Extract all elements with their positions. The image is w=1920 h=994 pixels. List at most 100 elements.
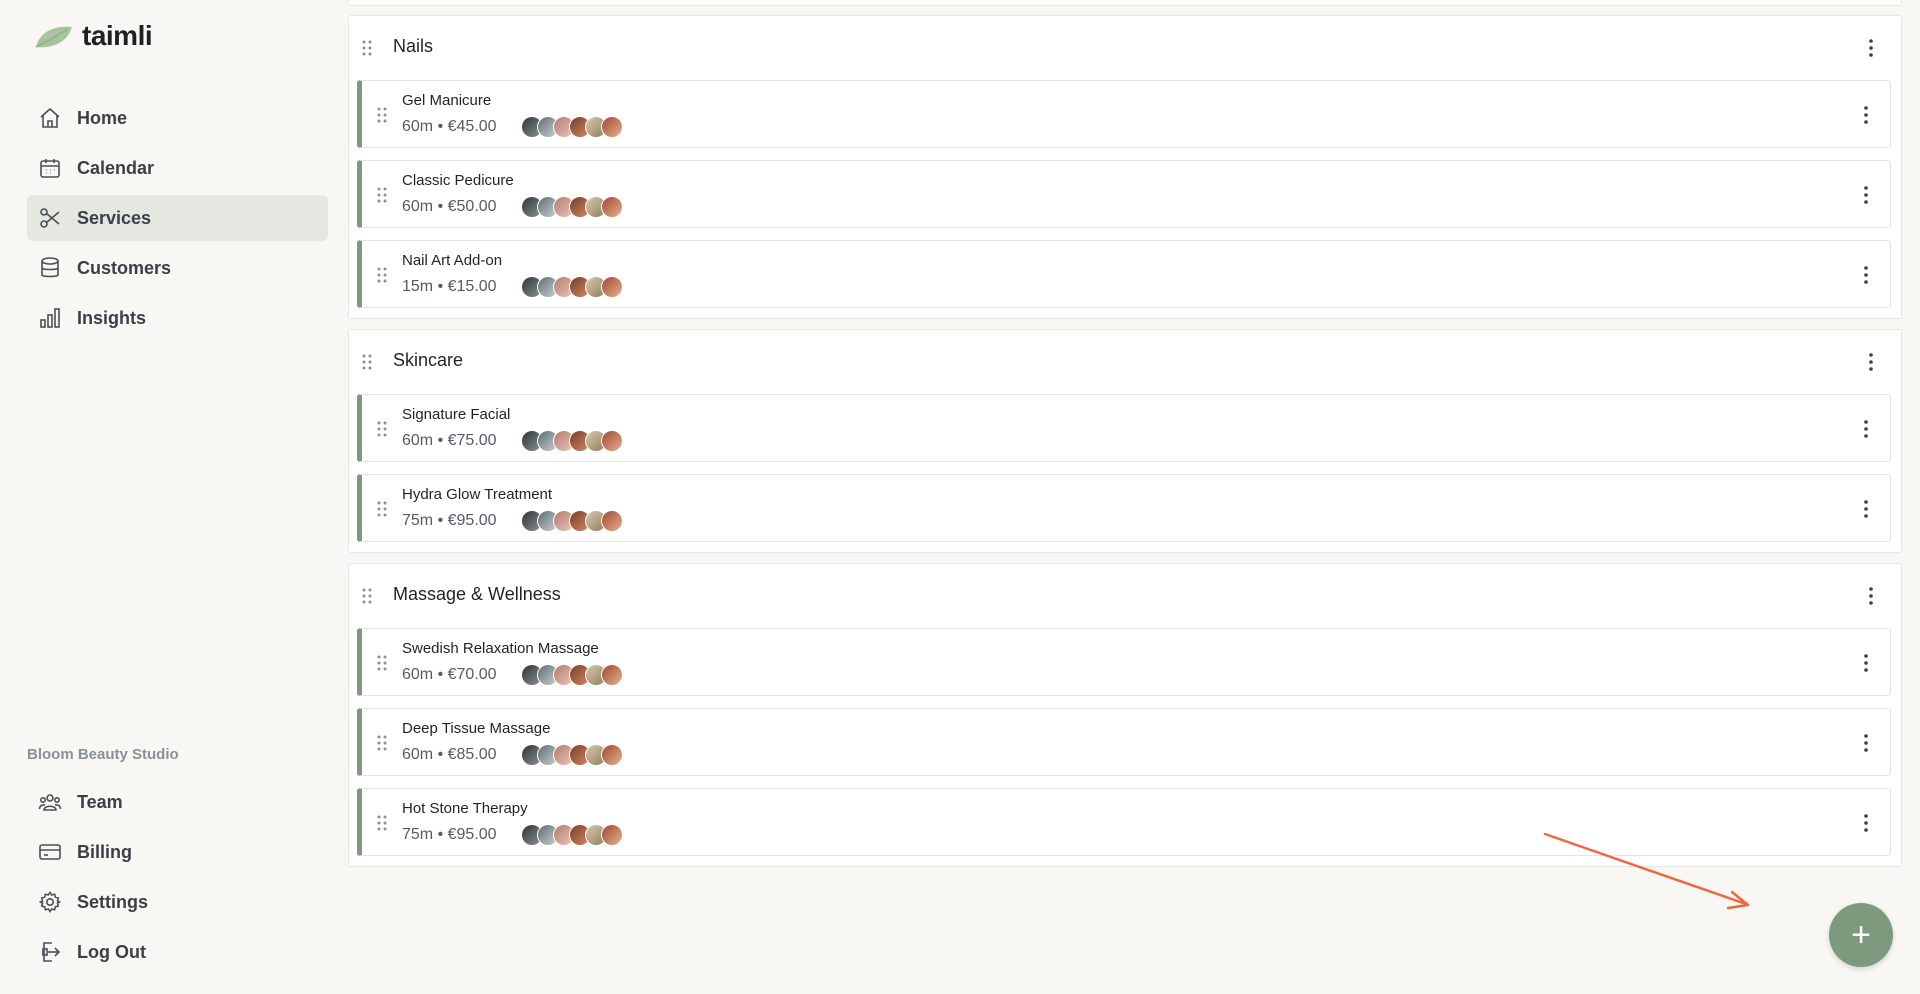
- service-name: Deep Tissue Massage: [402, 720, 551, 737]
- more-vertical-icon[interactable]: [1856, 102, 1876, 128]
- more-vertical-icon[interactable]: [1856, 262, 1876, 288]
- nav-label-billing: Billing: [77, 841, 132, 862]
- group-header: Skincare: [349, 330, 1901, 392]
- service-duration-price: 15m • €15.00: [402, 278, 497, 295]
- group-title: Massage & Wellness: [393, 584, 561, 604]
- service-duration-price: 60m • €50.00: [402, 198, 497, 215]
- service-name: Swedish Relaxation Massage: [402, 640, 599, 657]
- service-row[interactable]: Signature Facial 60m • €75.00: [357, 394, 1891, 462]
- staff-avatars: [521, 824, 623, 846]
- drag-handle-icon[interactable]: [375, 499, 389, 519]
- scissors-icon: [27, 195, 73, 241]
- avatar: [601, 430, 623, 452]
- nav-label-customers: Customers: [77, 257, 172, 278]
- credit-card-icon: [27, 829, 73, 875]
- service-duration-price: 75m • €95.00: [402, 826, 497, 843]
- nav-item-billing[interactable]: Billing: [27, 829, 328, 875]
- previous-group-card: [348, 0, 1902, 6]
- drag-handle-icon[interactable]: [360, 352, 374, 372]
- more-vertical-icon[interactable]: [1861, 349, 1881, 375]
- avatar: [601, 196, 623, 218]
- more-vertical-icon[interactable]: [1856, 496, 1876, 522]
- logo[interactable]: taimli: [34, 20, 153, 52]
- more-vertical-icon[interactable]: [1856, 650, 1876, 676]
- staff-avatars: [521, 430, 623, 452]
- drag-handle-icon[interactable]: [360, 586, 374, 606]
- service-name: Gel Manicure: [402, 92, 492, 109]
- avatar: [601, 116, 623, 138]
- gear-icon: [27, 879, 73, 925]
- drag-handle-icon[interactable]: [375, 185, 389, 205]
- staff-avatars: [521, 116, 623, 138]
- sidebar: taimli Home Calendar Services Customers …: [0, 0, 338, 994]
- leaf-logo-icon: [35, 26, 72, 48]
- nav-item-settings[interactable]: Settings: [27, 879, 328, 925]
- drag-handle-icon[interactable]: [375, 105, 389, 125]
- drag-handle-icon[interactable]: [360, 38, 374, 58]
- more-vertical-icon[interactable]: [1856, 182, 1876, 208]
- service-duration-price: 60m • €85.00: [402, 746, 497, 763]
- nav-item-customers[interactable]: Customers: [27, 245, 328, 291]
- service-name: Hydra Glow Treatment: [402, 486, 553, 503]
- nav-item-insights[interactable]: Insights: [27, 295, 328, 341]
- staff-avatars: [521, 276, 623, 298]
- group-title: Nails: [393, 36, 434, 56]
- drag-handle-icon[interactable]: [375, 813, 389, 833]
- staff-avatars: [521, 510, 623, 532]
- nav-item-logout[interactable]: Log Out: [27, 929, 328, 975]
- more-vertical-icon[interactable]: [1861, 35, 1881, 61]
- staff-avatars: [521, 196, 623, 218]
- nav-item-calendar[interactable]: Calendar: [27, 145, 328, 191]
- more-vertical-icon[interactable]: [1861, 583, 1881, 609]
- group-title: Skincare: [393, 350, 464, 370]
- nav-item-team[interactable]: Team: [27, 779, 328, 825]
- service-group-nails: Nails Gel Manicure 60m • €45.00 Classic …: [348, 15, 1902, 319]
- avatar: [601, 824, 623, 846]
- nav-label-insights: Insights: [77, 307, 147, 328]
- calendar-icon: [27, 145, 73, 191]
- service-group-massage-wellness: Massage & Wellness Swedish Relaxation Ma…: [348, 563, 1902, 867]
- drag-handle-icon[interactable]: [375, 265, 389, 285]
- nav-label-home: Home: [77, 107, 128, 128]
- staff-avatars: [521, 744, 623, 766]
- app-name: taimli: [82, 20, 153, 51]
- service-duration-price: 60m • €70.00: [402, 666, 497, 683]
- service-group-skincare: Skincare Signature Facial 60m • €75.00 H…: [348, 329, 1902, 553]
- avatar: [601, 276, 623, 298]
- nav-label-logout: Log Out: [77, 941, 146, 962]
- service-duration-price: 60m • €45.00: [402, 118, 497, 135]
- avatar: [601, 744, 623, 766]
- service-row[interactable]: Swedish Relaxation Massage 60m • €70.00: [357, 628, 1891, 696]
- staff-avatars: [521, 664, 623, 686]
- more-vertical-icon[interactable]: [1856, 730, 1876, 756]
- service-row[interactable]: Nail Art Add-on 15m • €15.00: [357, 240, 1891, 308]
- drag-handle-icon[interactable]: [375, 419, 389, 439]
- nav-label-settings: Settings: [77, 891, 149, 912]
- users-icon: [27, 779, 73, 825]
- studio-name: Bloom Beauty Studio: [27, 746, 179, 763]
- service-row[interactable]: Deep Tissue Massage 60m • €85.00: [357, 708, 1891, 776]
- service-duration-price: 75m • €95.00: [402, 512, 497, 529]
- drag-handle-icon[interactable]: [375, 653, 389, 673]
- nav-item-home[interactable]: Home: [27, 95, 328, 141]
- nav-item-services[interactable]: Services: [27, 195, 328, 241]
- nav-label-calendar: Calendar: [77, 157, 155, 178]
- group-header: Nails: [349, 16, 1901, 78]
- drag-handle-icon[interactable]: [375, 733, 389, 753]
- nav-label-team: Team: [77, 791, 123, 812]
- service-duration-price: 60m • €75.00: [402, 432, 497, 449]
- add-service-button[interactable]: +: [1829, 903, 1893, 967]
- service-name: Signature Facial: [402, 406, 511, 423]
- database-icon: [27, 245, 73, 291]
- service-row[interactable]: Classic Pedicure 60m • €50.00: [357, 160, 1891, 228]
- more-vertical-icon[interactable]: [1856, 416, 1876, 442]
- service-row[interactable]: Hydra Glow Treatment 75m • €95.00: [357, 474, 1891, 542]
- service-row[interactable]: Gel Manicure 60m • €45.00: [357, 80, 1891, 148]
- annotation-arrow: [1543, 832, 1750, 910]
- service-name: Hot Stone Therapy: [402, 800, 528, 817]
- group-header: Massage & Wellness: [349, 564, 1901, 626]
- logout-icon: [27, 929, 73, 975]
- bar-chart-icon: [27, 295, 73, 341]
- service-name: Classic Pedicure: [402, 172, 514, 189]
- more-vertical-icon[interactable]: [1856, 810, 1876, 836]
